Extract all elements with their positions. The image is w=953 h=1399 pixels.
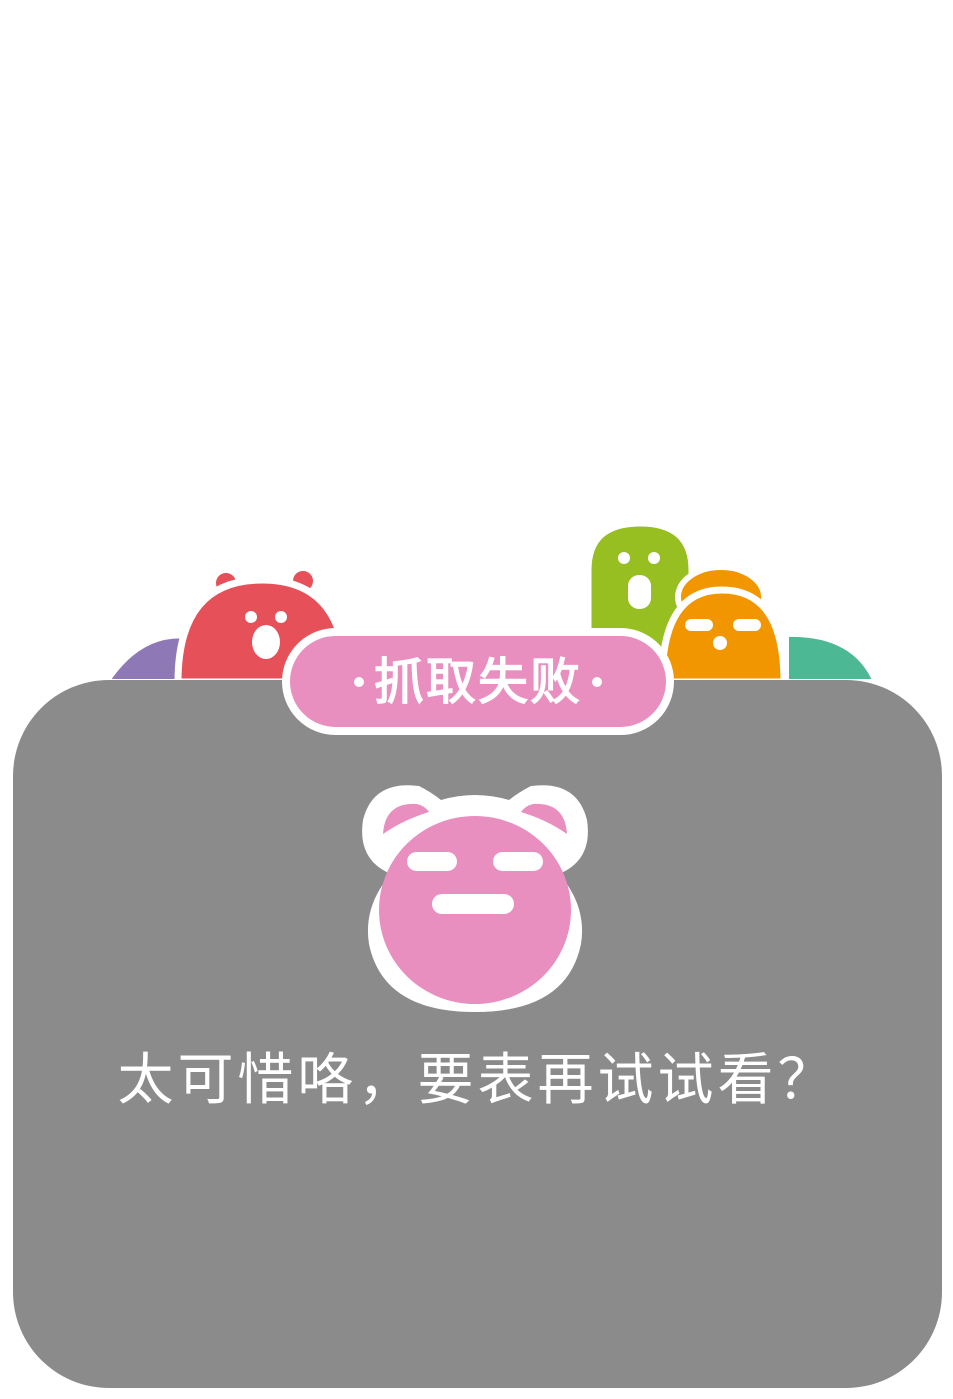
red-bear-mouth: [252, 625, 280, 659]
title-badge: 抓取失败: [282, 628, 674, 735]
dialog-title: 抓取失败: [374, 652, 582, 711]
dot-icon: [592, 676, 602, 687]
orange-creature-body: [658, 586, 788, 686]
green-ghost-eye-right: [648, 552, 660, 564]
pink-bear-face-icon: [362, 785, 588, 1012]
teal-creature-body: [783, 630, 881, 685]
teal-creature-icon: [783, 630, 881, 685]
orange-creature-icon: [658, 564, 788, 686]
red-bear-eye-right: [275, 611, 287, 623]
dialog-message: 太可惜咯，要表再试试看？: [117, 1048, 838, 1113]
bear-eye-right: [493, 852, 543, 871]
red-bear-eye-left: [245, 611, 257, 623]
orange-creature-eye-right: [733, 619, 761, 631]
dot-icon: [354, 676, 364, 687]
orange-creature-mouth: [713, 636, 727, 650]
green-ghost-eye-left: [618, 552, 630, 564]
bear-eye-left: [407, 852, 457, 871]
bear-mouth: [432, 894, 514, 914]
green-ghost-mouth: [628, 575, 651, 609]
orange-creature-eye-left: [685, 619, 713, 631]
